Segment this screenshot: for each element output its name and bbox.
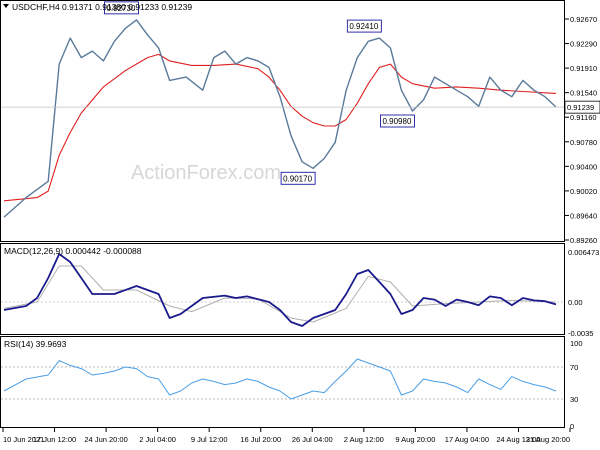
- rsi-tick-label: 0: [570, 422, 574, 431]
- price-annotation-label: 0.90980: [382, 117, 411, 126]
- macd-tick-label: 0.006473: [568, 248, 599, 257]
- rsi-line: [3, 358, 557, 400]
- x-tick-label: 16 Jul 20:00: [240, 435, 281, 444]
- x-tick-label: 26 Jul 04:00: [292, 435, 333, 444]
- x-tick-label: 17 Jun 12:00: [33, 435, 76, 444]
- macd-panel-frame: [0, 243, 565, 335]
- rsi-tick-label: 70: [570, 363, 578, 372]
- rsi-title: RSI(14) 39.9693: [4, 339, 67, 349]
- rsi-tick-label: 30: [570, 395, 578, 404]
- rsi-layer: [3, 358, 557, 400]
- x-tick-label: 2 Aug 12:00: [344, 435, 384, 444]
- price-panel-frame: [0, 0, 565, 242]
- watermark: ActionForex.com: [131, 162, 281, 184]
- axis-layer: 0.92670 0.92290 0.91910 0.91540 0.91160 0.907…: [2, 15, 599, 444]
- price-layer: 0.91239: [1, 19, 600, 218]
- price-tick-label: 0.92290: [570, 40, 597, 49]
- price-tick-label: 0.91910: [570, 64, 597, 73]
- price-line: [3, 19, 557, 218]
- x-tick-label: 9 Jul 12:00: [191, 435, 228, 444]
- price-tick-label: 0.91540: [570, 89, 597, 98]
- macd-layer: [3, 253, 557, 327]
- grid-layer: [1, 301, 564, 400]
- chart-root: ActionForex.com 0.91239 0.926700.922900.…: [0, 0, 600, 444]
- price-annotation-label: 0.90170: [283, 174, 312, 183]
- x-tick-label: 2 Jul 04:00: [139, 435, 176, 444]
- annotation-layer: 0.927300.924100.909800.90170: [104, 1, 415, 185]
- price-tick-label: 0.92670: [570, 15, 597, 24]
- chart-header: USDCHF,H4 0.91371 0.91380 0.91233 0.9123…: [12, 2, 192, 12]
- price-tick-label: 0.90020: [570, 187, 597, 196]
- last-price-label: 0.91239: [567, 103, 594, 112]
- macd-signal-line: [3, 265, 557, 323]
- price-annotation-label: 0.92410: [349, 22, 378, 31]
- x-tick-label: 17 Aug 04:00: [445, 435, 489, 444]
- x-tick-label: 9 Aug 20:00: [395, 435, 435, 444]
- rsi-tick-label: 100: [570, 339, 583, 348]
- rsi-panel-frame: [0, 336, 565, 428]
- x-tick-label: 31 Aug 20:00: [526, 435, 570, 444]
- macd-line: [3, 253, 557, 327]
- macd-tick-label: -0.0035: [568, 329, 593, 338]
- price-tick-label: 0.89640: [570, 211, 597, 220]
- symbol-dropdown-icon[interactable]: [3, 4, 9, 8]
- price-tick-label: 0.89260: [570, 236, 597, 245]
- macd-tick-label: 0.00: [568, 298, 583, 307]
- price-tick-label: 0.91160: [570, 113, 597, 122]
- price-tick-label: 0.90400: [570, 162, 597, 171]
- macd-title: MACD(12,26,9) 0.000442 -0.000088: [4, 246, 142, 256]
- x-tick-label: 24 Jun 20:00: [84, 435, 127, 444]
- price-tick-label: 0.90780: [570, 138, 597, 147]
